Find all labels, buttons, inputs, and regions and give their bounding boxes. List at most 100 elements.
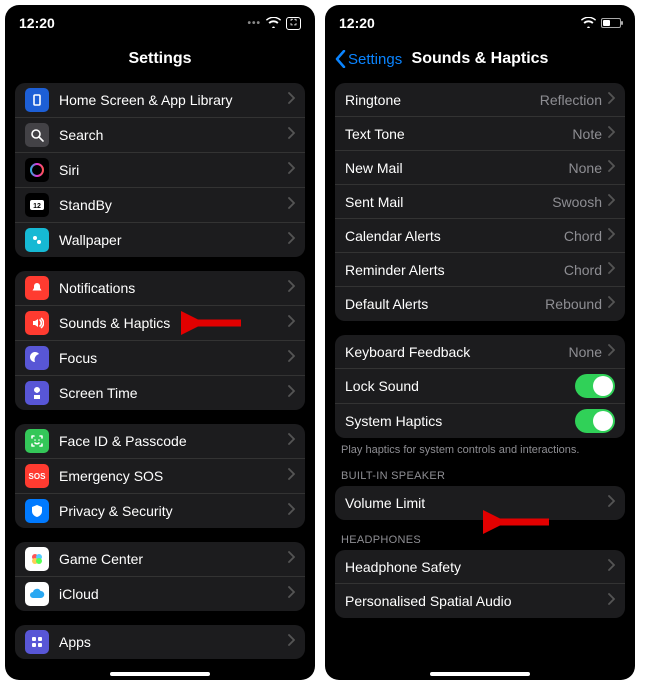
row-label: Lock Sound	[345, 378, 575, 394]
faceid-icon	[25, 429, 49, 453]
chevron-right-icon	[608, 193, 615, 211]
search-icon	[25, 123, 49, 147]
sos-icon: SOS	[25, 464, 49, 488]
row-icloud[interactable]: iCloud	[15, 577, 305, 611]
svg-text:12: 12	[33, 203, 41, 210]
status-time: 12:20	[339, 15, 375, 31]
row-label: Headphone Safety	[345, 559, 608, 575]
phone-settings: 12:20 ••• ⛶ Settings Home Screen & App L…	[5, 5, 315, 680]
chevron-right-icon	[288, 196, 295, 214]
chevron-right-icon	[288, 384, 295, 402]
toggle[interactable]	[575, 374, 615, 398]
row-headphone-safety[interactable]: Headphone Safety	[335, 550, 625, 584]
back-button[interactable]: Settings	[335, 50, 402, 68]
chevron-right-icon	[288, 633, 295, 651]
focus-icon	[25, 346, 49, 370]
nav-bar: Settings	[5, 41, 315, 77]
row-lock-sound[interactable]: Lock Sound	[335, 369, 625, 404]
row-search[interactable]: Search	[15, 118, 305, 153]
row-privacy[interactable]: Privacy & Security	[15, 494, 305, 528]
chevron-right-icon	[608, 494, 615, 512]
chevron-right-icon	[608, 125, 615, 143]
settings-list[interactable]: Home Screen & App Library SearchSiri12Sta…	[5, 77, 315, 680]
chevron-right-icon	[288, 126, 295, 144]
row-label: Sent Mail	[345, 194, 552, 210]
headphones-header: HEADPHONES	[325, 520, 635, 550]
row-ringtone[interactable]: RingtoneReflection	[335, 83, 625, 117]
row-value: Chord	[564, 262, 602, 278]
chevron-right-icon	[288, 231, 295, 249]
row-faceid[interactable]: Face ID & Passcode	[15, 424, 305, 459]
sounds-list[interactable]: RingtoneReflectionText ToneNoteNew MailN…	[325, 77, 635, 680]
chevron-right-icon	[288, 550, 295, 568]
chevron-right-icon	[608, 558, 615, 576]
haptics-footer: Play haptics for system controls and int…	[325, 438, 635, 456]
row-new-mail[interactable]: New MailNone	[335, 151, 625, 185]
page-title: Sounds & Haptics	[412, 50, 549, 68]
builtin-header: BUILT-IN SPEAKER	[325, 456, 635, 486]
row-sounds[interactable]: Sounds & Haptics	[15, 306, 305, 341]
row-label: System Haptics	[345, 413, 575, 429]
chevron-right-icon	[608, 343, 615, 361]
row-gamecenter[interactable]: Game Center	[15, 542, 305, 577]
row-label: Volume Limit	[345, 495, 608, 511]
status-right	[581, 16, 621, 31]
row-apps[interactable]: Apps	[15, 625, 305, 659]
status-bar: 12:20	[325, 5, 635, 41]
row-focus[interactable]: Focus	[15, 341, 305, 376]
row-label: Screen Time	[59, 385, 288, 401]
chevron-right-icon	[608, 592, 615, 610]
notifications-icon	[25, 276, 49, 300]
home-indicator[interactable]	[430, 672, 530, 676]
row-text-tone[interactable]: Text ToneNote	[335, 117, 625, 151]
row-home-app[interactable]: Home Screen & App Library	[15, 83, 305, 118]
row-label: Apps	[59, 634, 288, 650]
chevron-right-icon	[288, 349, 295, 367]
screenshot-icon: ⛶	[286, 17, 301, 30]
screentime-icon	[25, 381, 49, 405]
row-sos[interactable]: SOSEmergency SOS	[15, 459, 305, 494]
row-wallpaper[interactable]: Wallpaper	[15, 223, 305, 257]
row-label: Game Center	[59, 551, 288, 567]
row-standby[interactable]: 12StandBy	[15, 188, 305, 223]
chevron-right-icon	[608, 159, 615, 177]
status-bar: 12:20 ••• ⛶	[5, 5, 315, 41]
sounds-icon	[25, 311, 49, 335]
row-value: None	[569, 160, 602, 176]
chevron-right-icon	[288, 161, 295, 179]
row-label: Keyboard Feedback	[345, 344, 569, 360]
row-system-haptics[interactable]: System Haptics	[335, 404, 625, 438]
row-notifications[interactable]: Notifications	[15, 271, 305, 306]
row-personalised-spatial-audio[interactable]: Personalised Spatial Audio	[335, 584, 625, 618]
toggle[interactable]	[575, 409, 615, 433]
row-keyboard-feedback[interactable]: Keyboard FeedbackNone	[335, 335, 625, 369]
nav-bar: Settings Sounds & Haptics	[325, 41, 635, 77]
row-label: Reminder Alerts	[345, 262, 564, 278]
row-label: New Mail	[345, 160, 569, 176]
row-siri[interactable]: Siri	[15, 153, 305, 188]
row-volume-limit[interactable]: Volume Limit	[335, 486, 625, 520]
gamecenter-icon	[25, 547, 49, 571]
row-label: Ringtone	[345, 92, 540, 108]
row-calendar-alerts[interactable]: Calendar AlertsChord	[335, 219, 625, 253]
row-reminder-alerts[interactable]: Reminder AlertsChord	[335, 253, 625, 287]
wallpaper-icon	[25, 228, 49, 252]
row-label: Sounds & Haptics	[59, 315, 288, 331]
chevron-right-icon	[288, 467, 295, 485]
row-label: Wallpaper	[59, 232, 288, 248]
row-label: Home Screen & App Library	[59, 92, 288, 108]
row-sent-mail[interactable]: Sent MailSwoosh	[335, 185, 625, 219]
row-default-alerts[interactable]: Default AlertsRebound	[335, 287, 625, 321]
row-value: Note	[572, 126, 602, 142]
home-indicator[interactable]	[110, 672, 210, 676]
row-value: None	[569, 344, 602, 360]
row-label: Notifications	[59, 280, 288, 296]
row-label: Default Alerts	[345, 296, 545, 312]
row-value: Chord	[564, 228, 602, 244]
wifi-icon	[581, 16, 596, 31]
row-value: Rebound	[545, 296, 602, 312]
row-screentime[interactable]: Screen Time	[15, 376, 305, 410]
row-label: Text Tone	[345, 126, 572, 142]
chevron-right-icon	[288, 585, 295, 603]
phone-sounds-haptics: 12:20 Settings Sounds & Haptics Ringtone…	[325, 5, 635, 680]
